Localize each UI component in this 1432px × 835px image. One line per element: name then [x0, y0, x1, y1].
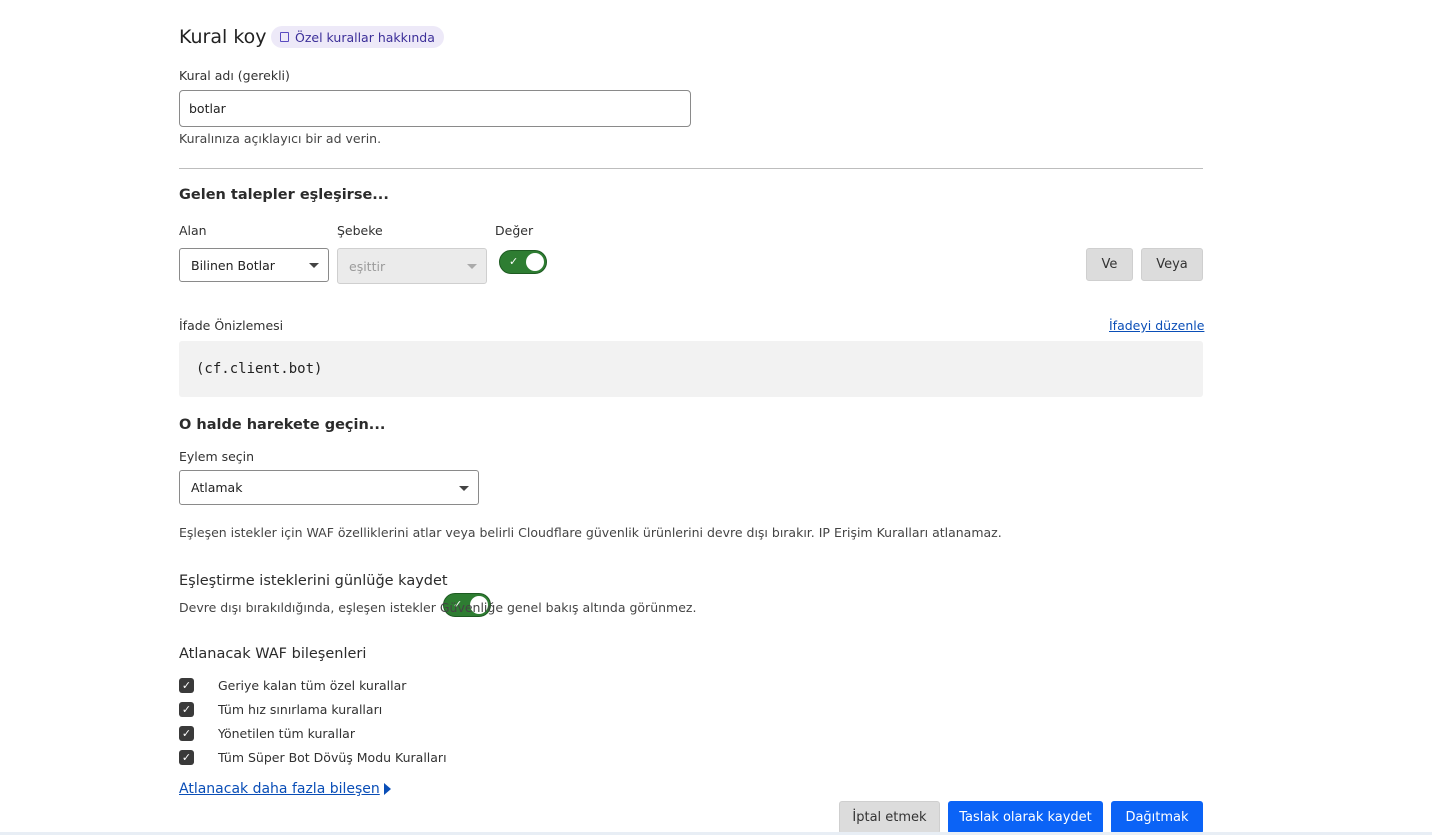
waf-components-heading: Atlanacak WAF bileşenleri: [179, 646, 367, 662]
rule-name-input[interactable]: botlar: [179, 90, 691, 127]
waf-component-item[interactable]: ✓ Geriye kalan tüm özel kurallar: [179, 675, 406, 695]
chevron-down-icon: [467, 264, 477, 269]
waf-component-item[interactable]: ✓ Tüm hız sınırlama kuralları: [179, 699, 382, 719]
expression-preview: (cf.client.bot): [179, 341, 1203, 397]
caret-right-icon: [383, 783, 391, 795]
and-button[interactable]: Ve: [1086, 248, 1133, 281]
field-select-value: Bilinen Botlar: [191, 257, 275, 273]
more-components-label: Atlanacak daha fazla bileşen: [179, 781, 380, 797]
action-description: Eşleşen istekler için WAF özelliklerini …: [179, 525, 1002, 540]
waf-component-item[interactable]: ✓ Yönetilen tüm kurallar: [179, 723, 355, 743]
edit-expression-link[interactable]: İfadeyi düzenle: [1109, 318, 1204, 333]
book-icon: [280, 32, 289, 42]
action-heading: O halde harekete geçin...: [179, 417, 386, 433]
checkbox-checked-icon[interactable]: ✓: [179, 725, 194, 741]
log-matching-label: Eşleştirme isteklerini günlüğe kaydet: [179, 573, 448, 589]
waf-component-label: Tüm hız sınırlama kuralları: [218, 701, 383, 717]
waf-component-label: Geriye kalan tüm özel kurallar: [218, 677, 407, 693]
waf-component-item[interactable]: ✓ Tüm Süper Bot Dövüş Modu Kuralları: [179, 747, 447, 767]
more-components-link[interactable]: Atlanacak daha fazla bileşen: [179, 781, 391, 797]
checkbox-checked-icon[interactable]: ✓: [179, 701, 194, 717]
check-icon: ✓: [509, 255, 519, 268]
checkbox-checked-icon[interactable]: ✓: [179, 677, 194, 693]
waf-component-label: Yönetilen tüm kurallar: [218, 725, 355, 741]
or-button[interactable]: Veya: [1141, 248, 1203, 281]
operator-select-value: eşittir: [349, 258, 386, 274]
action-select[interactable]: Atlamak: [179, 470, 479, 505]
value-label: Değer: [495, 223, 534, 238]
section-divider: [179, 168, 1203, 169]
cancel-button[interactable]: İptal etmek: [839, 801, 940, 834]
field-label: Alan: [179, 223, 207, 238]
toggle-knob: [526, 253, 544, 271]
expression-preview-label: İfade Önizlemesi: [179, 318, 284, 333]
field-select[interactable]: Bilinen Botlar: [179, 248, 329, 282]
action-select-label: Eylem seçin: [179, 449, 255, 464]
chevron-down-icon: [459, 485, 469, 491]
rule-name-label: Kural adı (gerekli): [179, 68, 290, 83]
page-title: Kural koy: [179, 26, 267, 48]
match-heading: Gelen talepler eşleşirse...: [179, 187, 389, 203]
waf-component-label: Tüm Süper Bot Dövüş Modu Kuralları: [218, 749, 447, 765]
checkbox-checked-icon[interactable]: ✓: [179, 749, 194, 765]
value-toggle[interactable]: ✓: [499, 250, 547, 274]
about-link-label: Özel kurallar hakkında: [295, 29, 435, 45]
operator-select: eşittir: [337, 248, 487, 284]
save-draft-button[interactable]: Taslak olarak kaydet: [948, 801, 1103, 834]
log-matching-hint: Devre dışı bırakıldığında, eşleşen istek…: [179, 600, 697, 615]
rule-name-hint: Kuralınıza açıklayıcı bir ad verin.: [179, 131, 382, 146]
chevron-down-icon: [309, 263, 319, 268]
about-custom-rules-link[interactable]: Özel kurallar hakkında: [271, 26, 444, 48]
operator-label: Şebeke: [337, 223, 383, 238]
deploy-button[interactable]: Dağıtmak: [1111, 801, 1203, 834]
action-select-value: Atlamak: [191, 480, 243, 495]
